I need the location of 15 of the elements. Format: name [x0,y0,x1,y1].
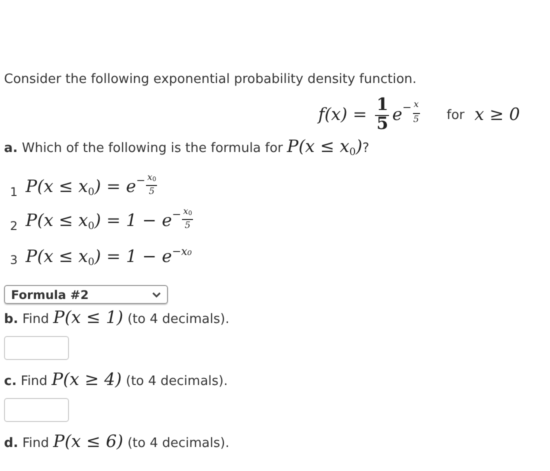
answer-input[interactable] [4,336,69,360]
option-number: 3 [10,253,18,267]
answer-input[interactable] [4,398,69,422]
question-text: d. Find P(x ≤ 6) (to 4 decimals). [4,432,230,452]
intro-text: Consider the following exponential probability density function. [4,72,417,87]
question-text: a. Which of the following is the formula for P(x ≤ x$_{0}$)? [4,137,370,157]
option-number: 2 [10,219,18,233]
formula-dropdown[interactable]: Formula #2 [4,285,168,304]
question-text: b. Find P(x ≤ 1) (to 4 decimals). [4,308,230,328]
option-formula: P(x ≤ x$_{0}$) = 1 − e$^{−x₀}$ [26,247,192,267]
option-number: 1 [10,185,18,199]
question-text: c. Find P(x ≥ 4) (to 4 decimals). [4,370,228,390]
condition-label: for [446,108,465,122]
condition-formula: x ≥ 0 [474,105,520,125]
chevron-down-icon [152,292,161,298]
